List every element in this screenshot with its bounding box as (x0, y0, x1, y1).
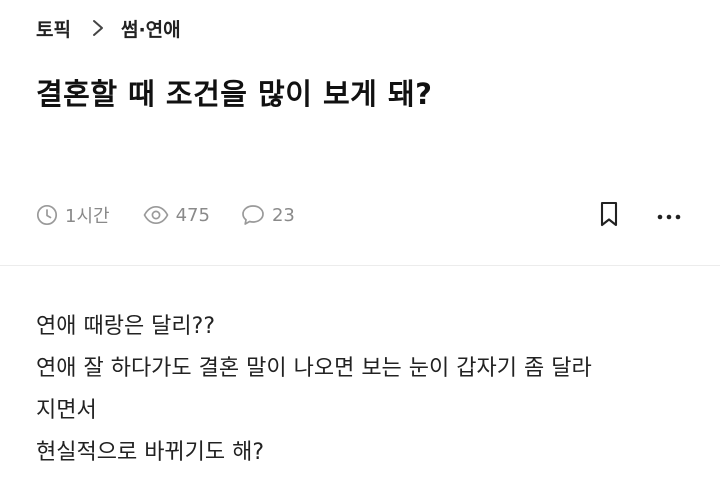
eye-icon (143, 205, 169, 225)
post-views: 475 (143, 205, 210, 226)
post-body: 연애 때랑은 달리?? 연애 잘 하다가도 결혼 말이 나오면 보는 눈이 갑자… (36, 306, 696, 474)
post-body-line: 현실적으로 바뀌기도 해? (36, 440, 265, 465)
post-comments[interactable]: 23 (241, 204, 295, 226)
breadcrumb-category[interactable]: 썸·연애 (121, 15, 181, 42)
post-time: 1시간 (36, 202, 110, 228)
breadcrumb: 토픽 썸·연애 (36, 13, 181, 43)
post-views-count: 475 (175, 204, 210, 226)
post-comments-count: 23 (271, 204, 295, 226)
breadcrumb-topic[interactable]: 토픽 (36, 15, 71, 42)
post-meta: 1시간 475 23 (36, 200, 295, 230)
post-body-line: 지면서 (36, 398, 97, 423)
divider (0, 265, 720, 266)
post-title: 결혼할 때 조건을 많이 보게 돼? (36, 77, 433, 111)
post-body-line: 연애 때랑은 달리?? (36, 314, 216, 339)
bookmark-icon (597, 200, 621, 232)
clock-icon (36, 204, 58, 226)
post-time-value: 1시간 (65, 206, 110, 227)
more-options-button[interactable] (656, 200, 682, 232)
comment-icon (241, 204, 265, 226)
post-body-line: 연애 잘 하다가도 결혼 말이 나오면 보는 눈이 갑자기 좀 달라 (36, 356, 592, 381)
chevron-right-icon (92, 19, 104, 37)
bookmark-button[interactable] (597, 200, 621, 232)
more-vertical-icon (656, 207, 682, 226)
